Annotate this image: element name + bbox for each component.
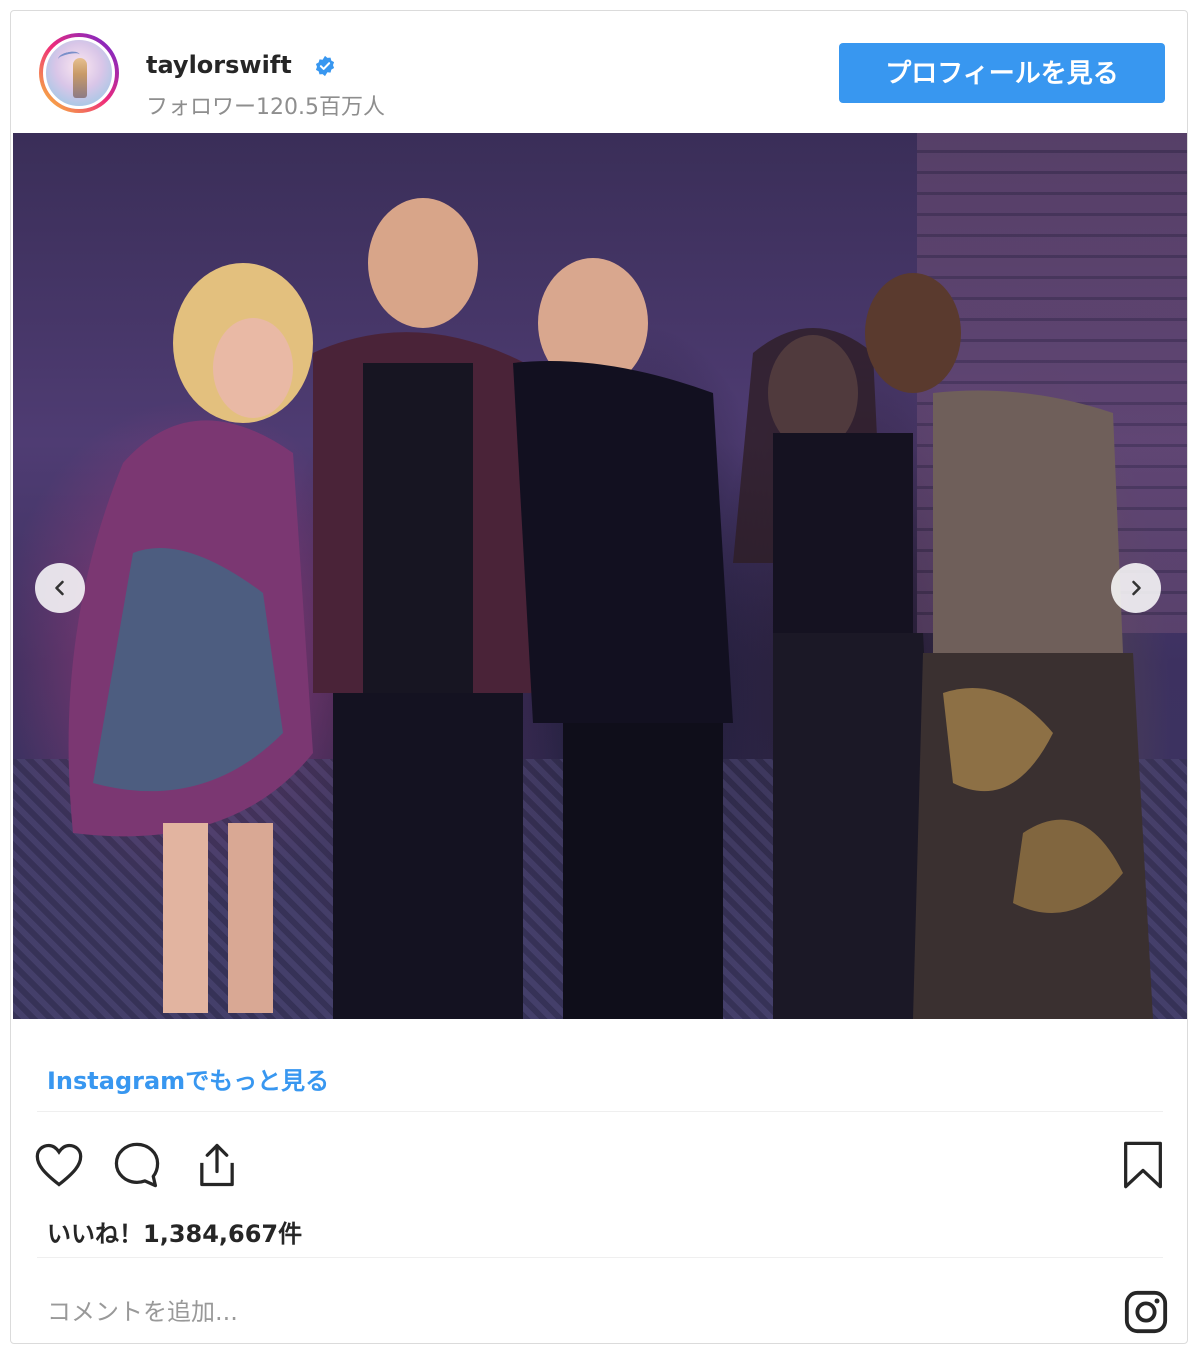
- next-photo-button[interactable]: [1111, 563, 1161, 613]
- verified-badge-icon: [315, 55, 335, 77]
- post-photo[interactable]: [13, 133, 1187, 1019]
- comment-input[interactable]: [45, 1289, 1109, 1335]
- divider: [37, 1257, 1163, 1258]
- chevron-right-icon: [1132, 580, 1141, 596]
- post-header: taylorswift フォロワー120.5百万人 プロフィールを見る: [11, 11, 1187, 131]
- divider: [37, 1111, 1163, 1112]
- group-photo-illustration: [68, 198, 1153, 1019]
- action-bar: [11, 1139, 1187, 1199]
- avatar-image: [43, 37, 115, 109]
- instagram-logo-icon[interactable]: [1123, 1289, 1169, 1335]
- heart-icon[interactable]: [33, 1139, 85, 1191]
- view-profile-button[interactable]: プロフィールを見る: [839, 43, 1165, 103]
- bookmark-icon[interactable]: [1117, 1139, 1169, 1191]
- previous-photo-button[interactable]: [35, 563, 85, 613]
- avatar[interactable]: [39, 33, 119, 113]
- instagram-embed-card: taylorswift フォロワー120.5百万人 プロフィールを見る Inst…: [10, 10, 1188, 1344]
- share-icon[interactable]: [191, 1139, 243, 1191]
- like-count[interactable]: いいね！1,384,667件: [47, 1214, 302, 1249]
- follower-count: フォロワー120.5百万人: [146, 95, 385, 120]
- view-more-on-instagram-link[interactable]: Instagramでもっと見る: [47, 1061, 329, 1096]
- comment-icon[interactable]: [111, 1139, 163, 1191]
- username[interactable]: taylorswift: [146, 51, 292, 79]
- chevron-left-icon: [55, 580, 64, 596]
